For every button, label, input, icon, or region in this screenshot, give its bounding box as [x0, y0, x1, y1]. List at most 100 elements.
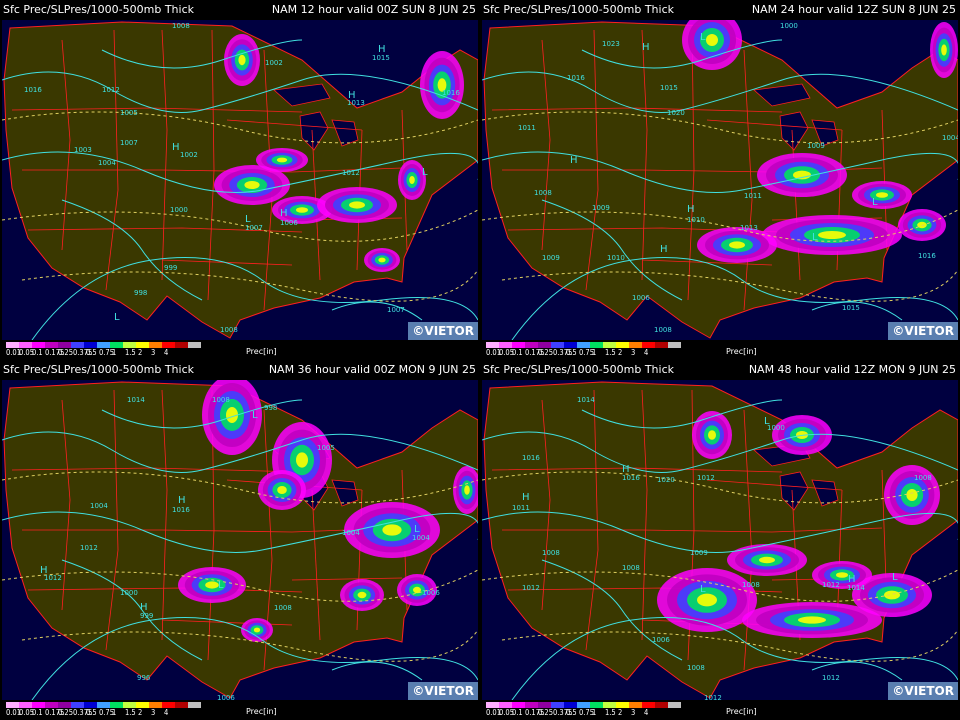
pressure-label: 1004: [412, 534, 430, 542]
pressure-label: 1004: [98, 159, 116, 167]
pressure-label: 998: [264, 404, 277, 412]
panel-title-valid-time: NAM 36 hour valid 00Z MON 9 JUN 25: [268, 363, 476, 376]
pressure-label: 1020: [667, 109, 685, 117]
pressure-label: 1008: [542, 549, 560, 557]
colorbar-swatch: [668, 342, 681, 348]
high-pressure-marker: H: [280, 208, 288, 219]
pressure-label: 1006: [422, 589, 440, 597]
copyright-badge: ©VIETOR: [408, 682, 478, 700]
colorbar-label: 1.5: [125, 708, 136, 717]
pressure-label: 1014: [577, 396, 595, 404]
colorbar-label: 0.1: [32, 348, 43, 357]
precip-area: [697, 593, 717, 607]
pressure-label: 1012: [822, 581, 840, 589]
pressure-label: 1015: [372, 54, 390, 62]
precip-area: [941, 44, 947, 56]
colorbar-swatch: [175, 702, 188, 708]
pressure-label: 999: [164, 264, 177, 272]
colorbar-label: 4: [164, 348, 169, 357]
colorbar-label: 0.25: [538, 348, 554, 357]
pressure-label: 1002: [265, 59, 283, 67]
pressure-label: 1020: [657, 476, 675, 484]
low-pressure-marker: L: [218, 580, 224, 591]
colorbar-label: 0.1: [32, 708, 43, 717]
pressure-label: 1016: [918, 252, 936, 260]
precip-area: [382, 524, 402, 536]
precip-area: [708, 430, 716, 440]
precip-area: [759, 556, 775, 564]
pressure-label: 1003: [74, 146, 92, 154]
precip-colorbar: 0.01 0.05 0.1 0.175 0.25 0.375 0.5 0.75 1 1.5 2 3 4 …: [480, 700, 960, 720]
colorbar-label: 0.1: [512, 708, 523, 717]
colorbar-label: 4: [644, 348, 649, 357]
panel-title: Sfc Prec/SLPres/1000-500mb Thick NAM 12 …: [0, 0, 480, 20]
high-pressure-marker: H: [622, 464, 630, 475]
precip-area: [836, 572, 848, 578]
pressure-label: 1004: [342, 529, 360, 537]
colorbar-units: Prec[in]: [726, 707, 757, 716]
precip-map: 1016 1012 1008 1005 1003 1004 1007 1002 1000 1007…: [2, 20, 478, 340]
pressure-label: 1012: [80, 544, 98, 552]
pressure-label: 1012: [102, 86, 120, 94]
forecast-panel-48hr: Sfc Prec/SLPres/1000-500mb Thick NAM 48 …: [480, 360, 960, 720]
pressure-label: 1009: [592, 204, 610, 212]
colorbar-swatch: [175, 342, 188, 348]
colorbar-label: 0.5: [566, 708, 577, 717]
precip-area: [253, 627, 261, 633]
colorbar-units: Prec[in]: [726, 347, 757, 356]
pressure-label: 1007: [120, 139, 138, 147]
pressure-label: 1016: [24, 86, 42, 94]
colorbar-swatch: [655, 342, 668, 348]
colorbar-label: 1.5: [605, 708, 616, 717]
pressure-label: 996: [137, 674, 151, 682]
colorbar-swatch: [188, 342, 201, 348]
pressure-label: 1012: [522, 584, 540, 592]
pressure-label: 1012: [697, 474, 715, 482]
high-pressure-marker: H: [172, 142, 180, 153]
pressure-label: 1011: [518, 124, 536, 132]
precip-area: [276, 157, 288, 163]
pressure-label: 1009: [542, 254, 560, 262]
copyright-badge: ©VIETOR: [408, 322, 478, 340]
panel-title-product: Sfc Prec/SLPres/1000-500mb Thick: [483, 363, 674, 376]
precip-area: [357, 591, 367, 599]
precip-area: [876, 192, 888, 198]
precip-area: [277, 486, 287, 494]
pressure-label: 1004: [90, 502, 108, 510]
pressure-label: 1016: [172, 506, 190, 514]
panel-title-product: Sfc Prec/SLPres/1000-500mb Thick: [3, 3, 194, 16]
precip-area: [378, 257, 386, 263]
colorbar-swatch: [655, 702, 668, 708]
pressure-label: 1000: [780, 22, 798, 30]
high-pressure-marker: H: [848, 574, 856, 585]
colorbar-label: 0.1: [512, 348, 523, 357]
colorbar-label: 1: [112, 708, 117, 717]
low-pressure-marker: L: [700, 32, 706, 43]
high-pressure-marker: H: [570, 155, 578, 166]
colorbar-swatch: [188, 702, 201, 708]
colorbar-label: 0.25: [538, 708, 554, 717]
panel-title-product: Sfc Prec/SLPres/1000-500mb Thick: [483, 3, 674, 16]
panel-title-valid-time: NAM 12 hour valid 00Z SUN 8 JUN 25: [271, 3, 476, 16]
pressure-label: 1008: [274, 604, 292, 612]
pressure-label: 1015: [842, 304, 860, 312]
pressure-label: 1007: [387, 306, 405, 314]
pressure-label: 1012: [822, 674, 840, 682]
pressure-label: 1005: [317, 444, 335, 452]
pressure-label: 1008: [172, 22, 190, 30]
copyright-badge: ©VIETOR: [888, 322, 958, 340]
pressure-label: 1011: [744, 192, 762, 200]
precip-area: [884, 590, 900, 600]
colorbar-label: 0.25: [58, 348, 74, 357]
colorbar-label: 0.5: [86, 348, 97, 357]
precip-map: 1012101210001004999101699610061014 100899…: [2, 380, 478, 700]
high-pressure-marker: H: [348, 90, 356, 101]
colorbar-label: 1.5: [605, 348, 616, 357]
pressure-label: 1008: [687, 664, 705, 672]
pressure-label: 1002: [180, 151, 198, 159]
colorbar-label: 0.25: [58, 708, 74, 717]
colorbar-swatch: [668, 702, 681, 708]
colorbar-label: 1: [112, 348, 117, 357]
colorbar-label: 1: [592, 348, 597, 357]
colorbar-label: 4: [644, 708, 649, 717]
